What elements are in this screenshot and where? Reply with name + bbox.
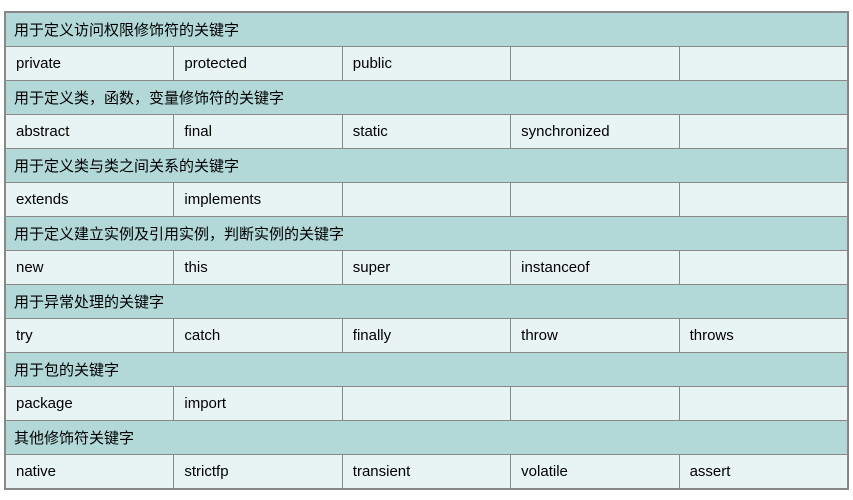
cell-6-1: strictfp: [174, 454, 342, 488]
cell-3-3: instanceof: [511, 250, 679, 284]
section-header-3: 用于定义建立实例及引用实例，判断实例的关键字: [6, 216, 848, 250]
cell-2-0: extends: [6, 182, 174, 216]
cell-3-2: super: [342, 250, 510, 284]
cell-0-2: public: [342, 46, 510, 80]
section-header-4: 用于异常处理的关键字: [6, 284, 848, 318]
cell-5-4: [679, 386, 847, 420]
section-title-5: 用于包的关键字: [6, 352, 848, 386]
cell-3-1: this: [174, 250, 342, 284]
cell-4-2: finally: [342, 318, 510, 352]
section-data-4: trycatchfinallythrowthrows: [6, 318, 848, 352]
cell-4-3: throw: [511, 318, 679, 352]
cell-2-4: [679, 182, 847, 216]
cell-5-2: [342, 386, 510, 420]
section-header-5: 用于包的关键字: [6, 352, 848, 386]
cell-5-1: import: [174, 386, 342, 420]
cell-6-4: assert: [679, 454, 847, 488]
cell-3-0: new: [6, 250, 174, 284]
cell-0-4: [679, 46, 847, 80]
cell-6-2: transient: [342, 454, 510, 488]
cell-0-0: private: [6, 46, 174, 80]
cell-5-3: [511, 386, 679, 420]
section-title-2: 用于定义类与类之间关系的关键字: [6, 148, 848, 182]
section-header-0: 用于定义访问权限修饰符的关键字: [6, 12, 848, 46]
section-data-0: privateprotectedpublic: [6, 46, 848, 80]
cell-6-3: volatile: [511, 454, 679, 488]
section-header-6: 其他修饰符关键字: [6, 420, 848, 454]
cell-6-0: native: [6, 454, 174, 488]
section-data-1: abstractfinalstaticsynchronized: [6, 114, 848, 148]
cell-1-0: abstract: [6, 114, 174, 148]
cell-1-4: [679, 114, 847, 148]
section-title-3: 用于定义建立实例及引用实例，判断实例的关键字: [6, 216, 848, 250]
section-header-2: 用于定义类与类之间关系的关键字: [6, 148, 848, 182]
section-header-1: 用于定义类，函数，变量修饰符的关键字: [6, 80, 848, 114]
cell-0-3: [511, 46, 679, 80]
cell-0-1: protected: [174, 46, 342, 80]
keyword-table: 用于定义访问权限修饰符的关键字privateprotectedpublic用于定…: [4, 11, 849, 490]
section-data-3: newthissuperinstanceof: [6, 250, 848, 284]
section-title-6: 其他修饰符关键字: [6, 420, 848, 454]
cell-3-4: [679, 250, 847, 284]
cell-2-1: implements: [174, 182, 342, 216]
cell-4-1: catch: [174, 318, 342, 352]
cell-4-4: throws: [679, 318, 847, 352]
section-title-4: 用于异常处理的关键字: [6, 284, 848, 318]
cell-2-3: [511, 182, 679, 216]
section-title-0: 用于定义访问权限修饰符的关键字: [6, 12, 848, 46]
cell-1-1: final: [174, 114, 342, 148]
cell-1-2: static: [342, 114, 510, 148]
section-data-5: packageimport: [6, 386, 848, 420]
cell-5-0: package: [6, 386, 174, 420]
cell-1-3: synchronized: [511, 114, 679, 148]
cell-2-2: [342, 182, 510, 216]
section-title-1: 用于定义类，函数，变量修饰符的关键字: [6, 80, 848, 114]
section-data-2: extendsimplements: [6, 182, 848, 216]
cell-4-0: try: [6, 318, 174, 352]
section-data-6: nativestrictfptransientvolatileassert: [6, 454, 848, 488]
